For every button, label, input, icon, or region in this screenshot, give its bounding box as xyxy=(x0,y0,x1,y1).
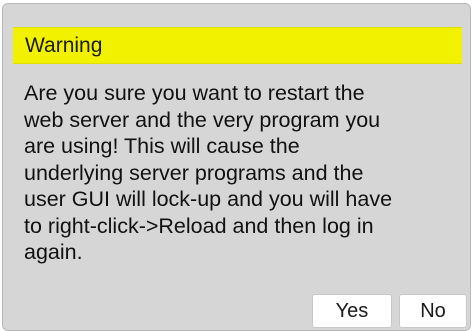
dialog-title-bar: Warning xyxy=(13,27,462,64)
dialog-title: Warning xyxy=(25,34,103,57)
yes-button[interactable]: Yes xyxy=(312,294,392,328)
no-button[interactable]: No xyxy=(399,294,467,328)
warning-dialog: Warning Are you sure you want to restart… xyxy=(2,3,471,331)
dialog-message: Are you sure you want to restart the web… xyxy=(24,81,393,264)
